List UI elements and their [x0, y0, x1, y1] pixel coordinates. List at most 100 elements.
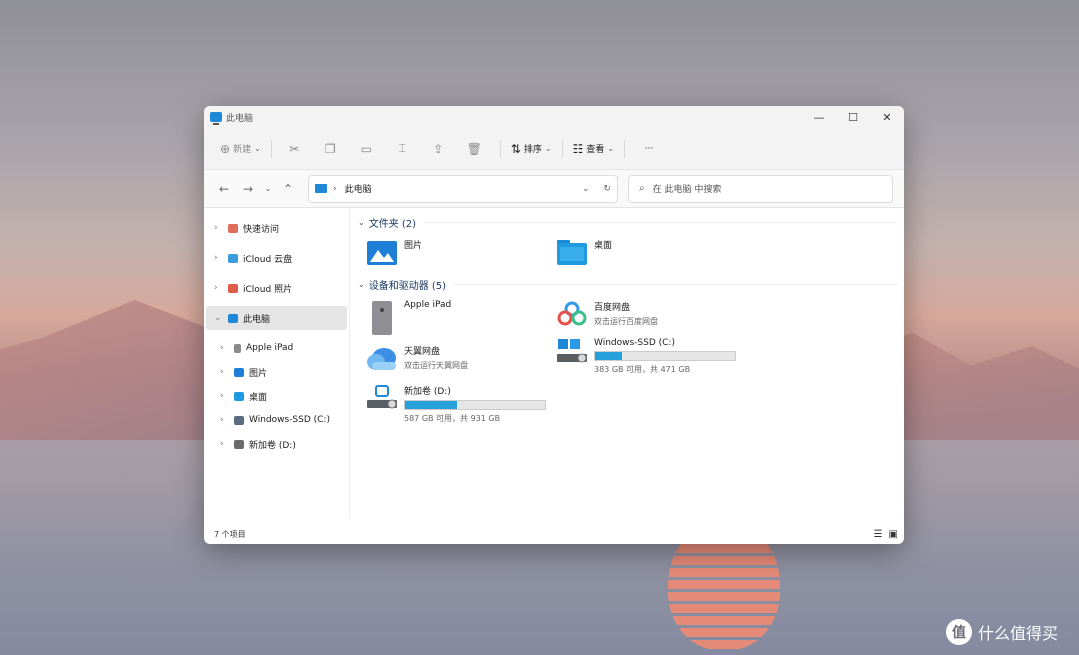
main-pane: ⌄ 文件夹 (2) 图片 桌面 ⌄ 设备和驱动器 (5) Apple iPad …	[350, 208, 904, 518]
maximize-button[interactable]: ☐	[836, 106, 870, 128]
tablet-icon	[372, 301, 392, 335]
plus-circle-icon: ⊕	[220, 141, 231, 156]
breadcrumb-separator: ›	[333, 183, 337, 194]
chevron-down-icon: ⌄	[214, 313, 222, 323]
watermark: 值 什么值得买	[946, 619, 1058, 645]
forward-button[interactable]: →	[236, 182, 260, 196]
scissors-icon: ✂	[289, 141, 300, 156]
device-name: Apple iPad	[404, 300, 452, 310]
paste-icon: ▭	[360, 141, 372, 156]
new-button[interactable]: ⊕ 新建 ⌄	[216, 136, 265, 162]
address-row: ← → ⌄ ⌃ › 此电脑 ⌄ ↻ ⌕ 在 此电脑 中搜索	[204, 170, 904, 208]
computer-icon	[315, 184, 327, 193]
refresh-icon[interactable]: ↻	[603, 184, 611, 194]
view-button[interactable]: ☷ 查看 ⌄	[569, 136, 618, 162]
system-drive-icon	[234, 415, 244, 425]
window-title: 此电脑	[226, 113, 254, 124]
chevron-right-icon: ›	[214, 223, 218, 233]
view-label: 查看	[586, 145, 605, 155]
device-tile-ipad[interactable]: Apple iPad	[366, 300, 451, 336]
computer-icon	[228, 313, 238, 323]
search-input[interactable]: ⌕ 在 此电脑 中搜索	[628, 174, 893, 203]
file-explorer-window: 此电脑 — ☐ ✕ ⊕ 新建 ⌄ ✂ ❐ ▭ ⌶ ⇪ 🗑 ⇅ 排序 ⌄ ☷ 查看…	[204, 106, 904, 544]
sidebar-item-label: 此电脑	[243, 314, 271, 325]
chevron-right-icon: ›	[214, 283, 218, 293]
sidebar-item-label: 新加卷 (D:)	[249, 440, 296, 451]
chevron-down-icon: ⌄	[607, 144, 615, 153]
sidebar-item-icloud-drive[interactable]: › iCloud 云盘	[206, 246, 347, 270]
paste-button[interactable]: ▭	[350, 136, 386, 162]
content-area: › 快速访问 › iCloud 云盘 › iCloud 照片 ⌄ 此电脑 › A…	[204, 208, 904, 518]
group-header-folders[interactable]: ⌄ 文件夹 (2)	[358, 214, 896, 230]
share-button[interactable]: ⇪	[422, 136, 458, 162]
close-button[interactable]: ✕	[870, 106, 904, 128]
device-subtitle: 双击运行百度网盘	[594, 317, 658, 326]
divider	[561, 139, 563, 158]
cloud-icon	[228, 253, 238, 263]
sidebar-item-label: 图片	[249, 368, 268, 379]
chevron-down-icon: ⌄	[358, 279, 365, 289]
drive-name: 新加卷 (D:)	[404, 387, 451, 397]
minimize-button[interactable]: —	[802, 106, 836, 128]
desktop-folder-icon	[557, 240, 587, 265]
more-button[interactable]: ···	[631, 136, 667, 162]
baidu-netdisk-icon	[557, 301, 587, 326]
sidebar-item-quick-access[interactable]: › 快速访问	[206, 216, 347, 240]
title-bar: 此电脑 — ☐ ✕	[204, 106, 904, 128]
drive-usage-fill	[405, 401, 457, 409]
folder-tile-pictures[interactable]: 图片	[366, 238, 422, 266]
device-tile-tianyi[interactable]: 天翼网盘 双击运行天翼网盘	[366, 344, 468, 372]
item-count: 7 个项目	[214, 529, 246, 539]
divider	[624, 139, 626, 158]
group-label: 设备和驱动器 (5)	[368, 280, 447, 292]
arrow-right-icon: →	[242, 181, 254, 196]
divider	[454, 283, 898, 285]
device-tile-baidu[interactable]: 百度网盘 双击运行百度网盘	[556, 300, 658, 328]
tablet-icon	[234, 343, 241, 353]
copy-icon: ❐	[324, 141, 336, 156]
search-icon: ⌕	[639, 183, 645, 194]
sidebar-item-label: Apple iPad	[246, 343, 294, 353]
recent-button[interactable]: ⌄	[260, 184, 276, 193]
group-header-devices[interactable]: ⌄ 设备和驱动器 (5)	[358, 276, 898, 292]
desktop-folder-icon	[234, 391, 244, 401]
details-view-icon[interactable]: ☰	[874, 529, 883, 540]
watermark-logo: 值	[946, 619, 972, 645]
sidebar-item-c-drive[interactable]: › Windows-SSD (C:)	[206, 408, 347, 432]
photos-icon	[228, 283, 238, 293]
sidebar-item-apple-ipad[interactable]: › Apple iPad	[206, 336, 347, 360]
command-bar: ⊕ 新建 ⌄ ✂ ❐ ▭ ⌶ ⇪ 🗑 ⇅ 排序 ⌄ ☷ 查看 ⌄ ···	[204, 128, 904, 170]
copy-button[interactable]: ❐	[314, 136, 350, 162]
sidebar-item-label: iCloud 云盘	[243, 254, 293, 265]
sidebar-item-pictures[interactable]: › 图片	[206, 360, 347, 384]
folder-tile-desktop[interactable]: 桌面	[556, 238, 612, 266]
address-bar[interactable]: › 此电脑 ⌄ ↻	[308, 174, 618, 203]
device-name: 百度网盘	[594, 303, 631, 313]
sidebar-item-d-drive[interactable]: › 新加卷 (D:)	[206, 432, 347, 456]
tiles-view-icon[interactable]: ▣	[889, 529, 898, 540]
sidebar-item-this-pc[interactable]: ⌄ 此电脑	[206, 306, 347, 330]
chevron-down-icon[interactable]: ⌄	[582, 184, 590, 194]
back-button[interactable]: ←	[212, 182, 236, 196]
up-button[interactable]: ⌃	[276, 182, 300, 196]
drive-name: Windows-SSD (C:)	[594, 338, 675, 348]
share-icon: ⇪	[433, 141, 444, 156]
sidebar-item-label: 桌面	[249, 392, 268, 403]
cut-button[interactable]: ✂	[278, 136, 314, 162]
divider	[270, 139, 272, 158]
drive-tile-d[interactable]: 新加卷 (D:) 587 GB 可用，共 931 GB	[366, 384, 546, 424]
arrow-left-icon: ←	[218, 181, 230, 196]
window-controls: — ☐ ✕	[802, 106, 904, 128]
sidebar-item-icloud-photos[interactable]: › iCloud 照片	[206, 276, 347, 300]
chevron-right-icon: ›	[220, 391, 224, 401]
sort-button[interactable]: ⇅ 排序 ⌄	[507, 136, 556, 162]
breadcrumb[interactable]: 此电脑	[345, 182, 372, 195]
rename-button[interactable]: ⌶	[386, 136, 422, 162]
new-label: 新建	[233, 145, 252, 155]
delete-button[interactable]: 🗑	[458, 136, 494, 162]
device-subtitle: 双击运行天翼网盘	[404, 361, 468, 370]
sidebar-item-desktop[interactable]: › 桌面	[206, 384, 347, 408]
status-bar: 7 个项目 ☰ ▣	[204, 524, 904, 544]
sort-icon: ⇅	[510, 141, 521, 156]
drive-tile-c[interactable]: Windows-SSD (C:) 383 GB 可用，共 471 GB	[556, 338, 736, 375]
